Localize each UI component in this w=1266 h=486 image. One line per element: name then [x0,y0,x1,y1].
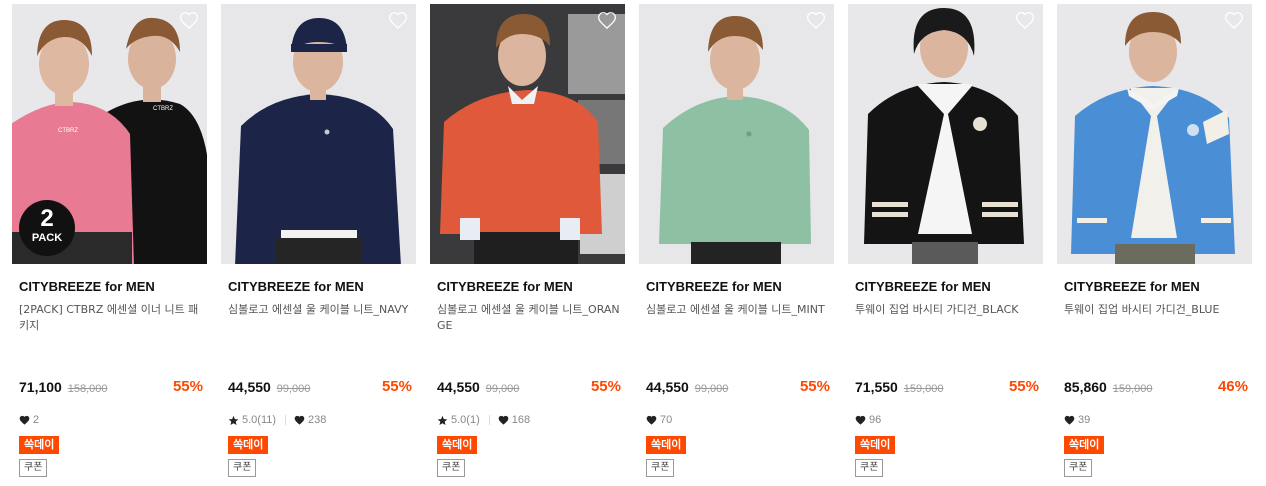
heart-filled-icon [498,415,509,425]
original-price: 159,000 [903,383,944,395]
like-count: 96 [869,414,882,426]
coupon-tag: 쿠폰 [855,459,884,477]
sale-day-tag: 쏙데이 [1064,436,1105,454]
sale-price: 44,550 [646,379,689,395]
discount-rate: 46% [1217,378,1248,395]
price: 44,550 99,000 [228,379,310,395]
sale-day-tag: 쏙데이 [646,436,687,454]
like-count: 238 [308,414,327,426]
sale-day-tag: 쏙데이 [855,436,896,454]
wishlist-heart-icon[interactable] [597,11,617,31]
discount-rate: 55% [381,378,412,395]
sale-day-tag: 쏙데이 [19,436,60,454]
product-name[interactable]: 심볼로고 에센셜 울 케이블 니트_MINT [646,302,830,318]
product-name[interactable]: 심볼로고 에센셜 울 케이블 니트_NAVY [228,302,412,318]
wishlist-heart-icon[interactable] [806,11,826,31]
product-card[interactable]: CITYBREEZE for MEN 투웨이 집업 바시티 가디건_BLACK … [848,4,1043,482]
coupon-tag: 쿠폰 [228,459,257,477]
brand-name[interactable]: CITYBREEZE for MEN [1064,279,1200,294]
brand-name[interactable]: CITYBREEZE for MEN [437,279,573,294]
wishlist-heart-icon[interactable] [179,11,199,31]
discount-rate: 55% [172,378,203,395]
price: 71,100 158,000 [19,379,107,395]
svg-text:CTBRZ: CTBRZ [153,106,173,112]
wishlist-heart-icon[interactable] [1015,11,1035,31]
heart-filled-icon [646,415,657,425]
price: 44,550 99,000 [646,379,728,395]
divider [488,415,490,425]
product-image[interactable] [221,4,416,264]
product-name[interactable]: 심볼로고 에센셜 울 케이블 니트_ORANGE [437,302,621,334]
product-image[interactable] [1057,4,1252,264]
heart-filled-icon [855,415,866,425]
pack-badge-number: 2 [40,205,54,232]
product-card[interactable]: CITYBREEZE for MEN 투웨이 집업 바시티 가디건_BLUE 8… [1057,4,1252,482]
coupon-tag: 쿠폰 [646,459,675,477]
product-image[interactable] [639,4,834,264]
original-price: 159,000 [1112,383,1153,395]
pack-badge-text: PACK [31,232,63,244]
product-card[interactable]: CITYBREEZE for MEN 심볼로고 에센셜 울 케이블 니트_NAV… [221,4,416,482]
sale-day-tag: 쏙데이 [228,436,269,454]
price: 44,550 99,000 [437,379,519,395]
product-name[interactable]: 투웨이 집업 바시티 가디건_BLACK [855,302,1039,318]
original-price: 99,000 [485,383,520,395]
brand-name[interactable]: CITYBREEZE for MEN [646,279,782,294]
product-meta: 5.0(1) 168 [437,413,530,427]
wishlist-heart-icon[interactable] [388,11,408,31]
original-price: 158,000 [67,383,108,395]
product-meta: 96 [855,413,881,427]
product-card[interactable]: CITYBREEZE for MEN 심볼로고 에센셜 울 케이블 니트_ORA… [430,4,625,482]
like-count: 168 [511,414,531,426]
price: 85,860 159,000 [1064,379,1152,395]
product-image[interactable]: CTBRZ CTBRZ 2 PACK [12,4,207,264]
sale-price: 71,550 [855,379,898,395]
product-meta: 70 [646,413,672,427]
sale-price: 71,100 [19,379,62,395]
rating: 5.0(1) [451,414,480,426]
product-meta: 5.0(11) 238 [228,413,326,427]
divider [285,415,287,425]
brand-name[interactable]: CITYBREEZE for MEN [19,279,155,294]
pack-badge: 2 PACK [19,200,75,256]
wishlist-heart-icon[interactable] [1224,11,1244,31]
sale-price: 44,550 [228,379,271,395]
product-name[interactable]: [2PACK] CTBRZ 에센셜 이너 니트 패키지 [19,302,203,334]
sale-price: 44,550 [437,379,480,395]
rating: 5.0(11) [242,414,277,426]
brand-name[interactable]: CITYBREEZE for MEN [855,279,991,294]
product-card[interactable]: CITYBREEZE for MEN 심볼로고 에센셜 울 케이블 니트_MIN… [639,4,834,482]
sale-price: 85,860 [1064,379,1107,395]
like-count: 39 [1078,414,1091,426]
star-icon [228,415,239,425]
price: 71,550 159,000 [855,379,943,395]
discount-rate: 55% [590,378,621,395]
product-meta: 39 [1064,413,1090,427]
product-grid: CTBRZ CTBRZ 2 PACK CITYBREEZE for MEN [2… [0,0,1266,486]
product-image[interactable] [430,4,625,264]
coupon-tag: 쿠폰 [1064,459,1093,477]
brand-name[interactable]: CITYBREEZE for MEN [228,279,364,294]
original-price: 99,000 [694,383,729,395]
svg-text:CTBRZ: CTBRZ [58,128,78,134]
star-icon [437,415,448,425]
product-card[interactable]: CTBRZ CTBRZ 2 PACK CITYBREEZE for MEN [2… [12,4,207,482]
product-image[interactable] [848,4,1043,264]
discount-rate: 55% [1008,378,1039,395]
sale-day-tag: 쏙데이 [437,436,478,454]
original-price: 99,000 [276,383,311,395]
coupon-tag: 쿠폰 [437,459,466,477]
heart-filled-icon [294,415,305,425]
coupon-tag: 쿠폰 [19,459,48,477]
heart-filled-icon [19,415,30,425]
like-count: 2 [33,414,40,426]
like-count: 70 [660,414,673,426]
product-meta: 2 [19,413,39,427]
product-name[interactable]: 투웨이 집업 바시티 가디건_BLUE [1064,302,1248,318]
discount-rate: 55% [799,378,830,395]
heart-filled-icon [1064,415,1075,425]
